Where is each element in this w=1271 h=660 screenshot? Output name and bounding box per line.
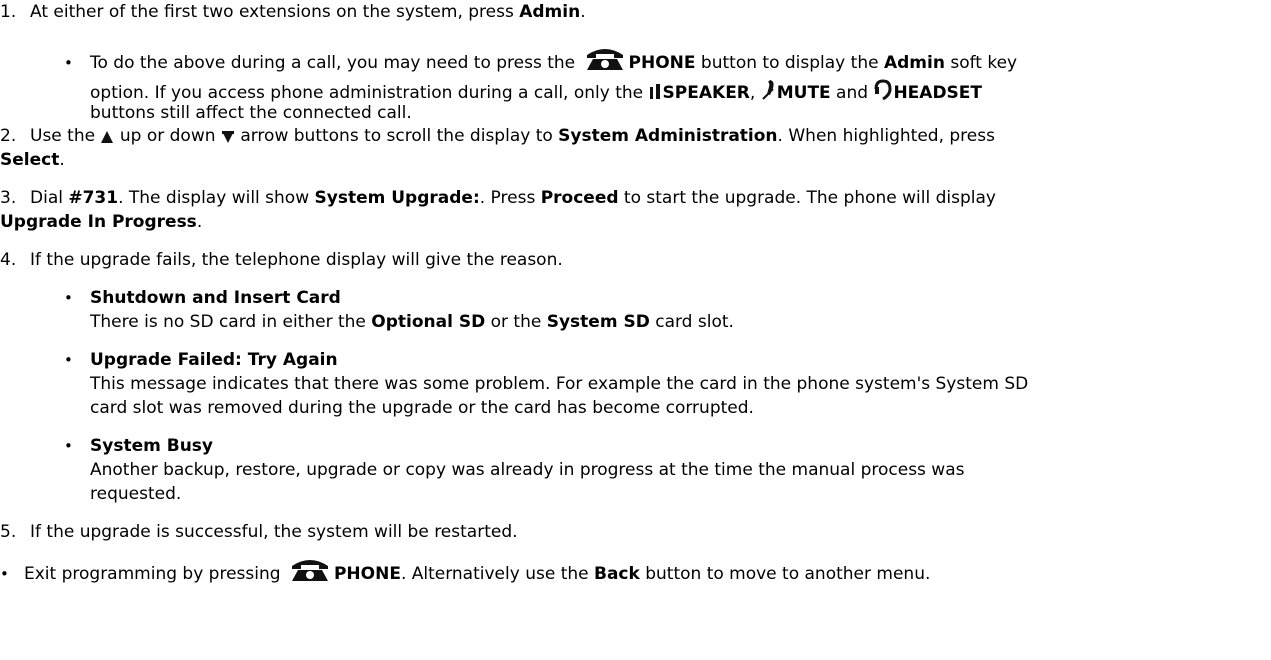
admin-key: Admin: [519, 2, 581, 22]
system-sd-label: System SD: [546, 312, 650, 332]
reason-item: • System Busy: [64, 436, 213, 456]
speaker-label: SPEAKER: [662, 83, 750, 103]
step-text: . The display will show: [118, 188, 315, 208]
step-2: 2. Use the up or down arrow buttons to sc…: [0, 126, 995, 149]
up-arrow-icon: [100, 129, 114, 149]
punct: .: [59, 150, 65, 170]
step-text: . Press: [479, 188, 541, 208]
mute-icon: [761, 79, 777, 106]
step-text: If the upgrade is successful, the system…: [30, 522, 518, 542]
step-text: If the upgrade fails, the telephone disp…: [30, 250, 563, 270]
step-number: 1.: [0, 2, 17, 22]
upgrade-in-progress-label: Upgrade In Progress: [0, 212, 197, 232]
step-1-note-line2: option. If you access phone administrati…: [90, 79, 982, 106]
step-text: . When highlighted, press: [777, 126, 995, 146]
mute-label: MUTE: [776, 83, 831, 103]
punct: ,: [749, 83, 756, 103]
step-number: 3.: [0, 188, 17, 208]
step-4: 4. If the upgrade fails, the telephone di…: [0, 250, 563, 270]
note-text: soft key: [944, 53, 1018, 73]
dial-code: #731: [68, 188, 119, 208]
step-2-line2: Select.: [0, 150, 65, 170]
reason-text: Another backup, restore, upgrade or copy…: [90, 460, 965, 480]
bullet: •: [64, 54, 73, 72]
note-text: buttons still affect the connected call.: [90, 103, 412, 123]
punct: .: [196, 212, 203, 232]
bullet: •: [64, 289, 73, 307]
reason-text: There is no SD card in either the: [90, 312, 372, 332]
note-text: To do the above during a call, you may n…: [90, 53, 581, 73]
phone-icon: [581, 45, 629, 76]
document: 1. At either of the first two extensions …: [0, 0, 1271, 660]
step-3-line2: Upgrade In Progress.: [0, 212, 202, 232]
proceed-key: Proceed: [540, 188, 619, 208]
admin-key: Admin: [883, 53, 945, 73]
exit-text: button to move to another menu.: [639, 564, 931, 584]
reason-text: This message indicates that there was so…: [90, 374, 1029, 394]
step-1: 1. At either of the first two extensions …: [0, 2, 586, 22]
step-number: 5.: [0, 522, 17, 542]
reason-desc: Another backup, restore, upgrade or copy…: [90, 460, 965, 480]
reason-text: requested.: [90, 484, 182, 504]
step-text: arrow buttons to scroll the display to: [234, 126, 559, 146]
reason-text: card slot was removed during the upgrade…: [90, 398, 754, 418]
system-upgrade-label: System Upgrade:: [314, 188, 480, 208]
headset-label: HEADSET: [893, 83, 983, 103]
step-text: Use the: [30, 126, 101, 146]
reason-title: System Busy: [90, 436, 213, 456]
reason-item: • Shutdown and Insert Card: [64, 288, 341, 308]
reason-text: card slot.: [649, 312, 734, 332]
reason-desc: There is no SD card in either the Option…: [90, 312, 734, 332]
phone-label: PHONE: [628, 53, 696, 73]
reason-desc: This message indicates that there was so…: [90, 374, 1028, 394]
step-5: 5. If the upgrade is successful, the syst…: [0, 522, 518, 542]
bullet: •: [64, 437, 73, 455]
reason-title: Shutdown and Insert Card: [90, 288, 341, 308]
step-number: 4.: [0, 250, 17, 270]
step-1-note: • To do the above during a call, you may …: [64, 45, 1017, 76]
phone-icon: [286, 556, 334, 587]
select-key: Select: [0, 150, 60, 170]
note-text: option. If you access phone administrati…: [90, 83, 649, 103]
punct: .: [580, 2, 586, 22]
phone-label: PHONE: [333, 564, 401, 584]
exit-text: Exit programming by pressing: [24, 564, 286, 584]
reason-item: • Upgrade Failed: Try Again: [64, 350, 338, 370]
system-administration-label: System Administration: [558, 126, 778, 146]
step-text: Dial: [30, 188, 69, 208]
note-text: and: [830, 83, 874, 103]
down-arrow-icon: [221, 129, 235, 149]
step-3: 3. Dial #731. The display will show Syste…: [0, 188, 996, 208]
step-1-note-line3: buttons still affect the connected call.: [90, 103, 412, 123]
reason-title: Upgrade Failed: Try Again: [90, 350, 338, 370]
step-text: to start the upgrade. The phone will dis…: [618, 188, 996, 208]
step-text: up or down: [114, 126, 221, 146]
reason-desc-line2: card slot was removed during the upgrade…: [90, 398, 754, 418]
back-key: Back: [594, 564, 640, 584]
step-number: 2.: [0, 126, 17, 146]
exit-text: . Alternatively use the: [400, 564, 594, 584]
reason-desc-line2: requested.: [90, 484, 181, 504]
bullet: •: [64, 351, 73, 369]
bullet: •: [0, 565, 9, 583]
step-text: At either of the first two extensions on…: [30, 2, 520, 22]
exit-note: • Exit programming by pressing PHONE. Alt…: [0, 556, 930, 587]
headset-icon: [873, 79, 893, 106]
optional-sd-label: Optional SD: [371, 312, 486, 332]
note-text: button to display the: [695, 53, 884, 73]
reason-text: or the: [485, 312, 547, 332]
speaker-icon: [649, 83, 663, 106]
